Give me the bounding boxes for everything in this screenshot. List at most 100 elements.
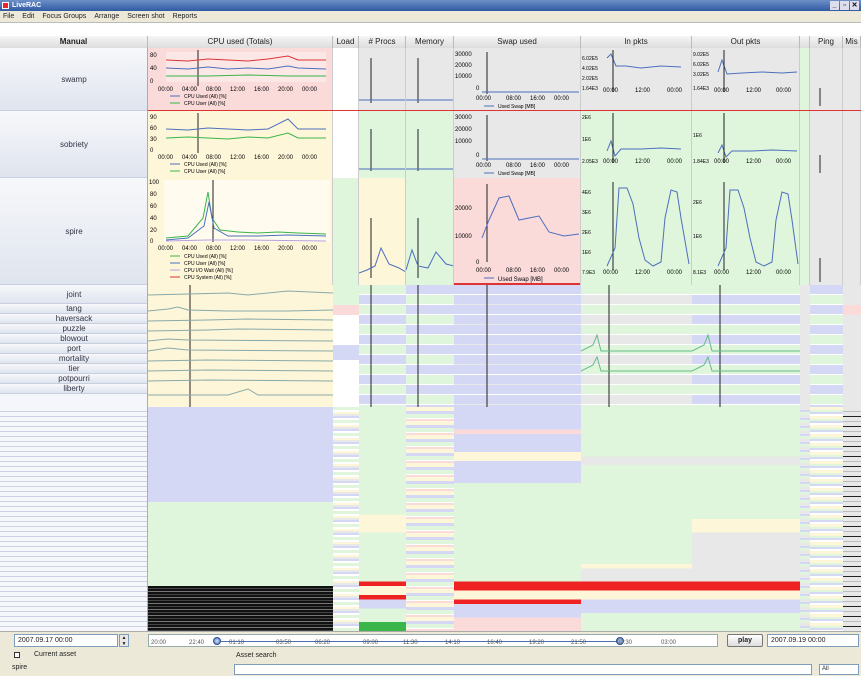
- status-cell-swamp[interactable]: [800, 48, 810, 111]
- procs-sparklines[interactable]: [359, 285, 406, 407]
- row-label-sobriety[interactable]: sobriety: [0, 111, 147, 178]
- header-procs[interactable]: # Procs: [359, 36, 406, 48]
- timeline-slider[interactable]: 20:00 22:40 01:10 03:50 06:20 09:00 11:3…: [148, 634, 718, 647]
- header-mis[interactable]: Mis: [843, 36, 861, 48]
- outpkts-band[interactable]: [692, 407, 800, 631]
- collapsed-rows[interactable]: [0, 407, 147, 631]
- menu-reports[interactable]: Reports: [173, 13, 198, 20]
- cpu-sparklines[interactable]: [148, 285, 333, 407]
- row-label-port[interactable]: port: [0, 344, 147, 354]
- series-line: [359, 246, 405, 274]
- header-load[interactable]: Load: [333, 36, 359, 48]
- swap-cell-swamp[interactable]: 30000 20000 10000 0 00:00 08:00 16:00 00…: [454, 48, 581, 111]
- procs-cell-sobriety[interactable]: [359, 111, 406, 178]
- inpkts-cell-spire[interactable]: 4E6 3E6 2E6 1E6 7.9E3 00:00 12:00 00:00: [581, 178, 692, 285]
- header-ping[interactable]: Ping: [810, 36, 843, 48]
- maximize-button[interactable]: ▫: [840, 1, 849, 10]
- current-asset-checkbox[interactable]: [14, 652, 20, 658]
- memory-sparklines[interactable]: [406, 285, 454, 407]
- swap-sparklines[interactable]: [454, 285, 581, 407]
- row-label-blowout[interactable]: blowout: [0, 334, 147, 344]
- cpu-band-dark[interactable]: [148, 586, 333, 631]
- inpkts-sparklines[interactable]: [581, 285, 692, 407]
- header-manual[interactable]: Manual: [0, 36, 148, 48]
- memory-band[interactable]: [406, 407, 454, 631]
- cpu-cell-sobriety[interactable]: 90 60 30 0 00:00 04:00 08:00 12:00 16:00…: [148, 111, 333, 178]
- y-tick: 1.84E3: [693, 159, 709, 165]
- outpkts-cell-spire[interactable]: 2E6 1E6 8.1E3 00:00 12:00 00:00: [692, 178, 800, 285]
- menu-screen-shot[interactable]: Screen shot: [127, 13, 164, 20]
- status-band[interactable]: [800, 407, 810, 631]
- start-date-spinner[interactable]: ▲ ▼: [119, 634, 129, 647]
- header-swap[interactable]: Swap used: [454, 36, 581, 48]
- header-inpkts[interactable]: In pkts: [581, 36, 692, 48]
- spark-haversack: [148, 318, 333, 322]
- load-sparklines[interactable]: [333, 285, 359, 407]
- cpu-cell-swamp[interactable]: 80 40 0 00:00 04:00 08:00 12:00 16:00 20…: [148, 48, 333, 111]
- menu-file[interactable]: File: [3, 13, 14, 20]
- row-label-tang[interactable]: tang: [0, 304, 147, 314]
- status-cell-sobriety[interactable]: [800, 111, 810, 178]
- memory-cell-sobriety[interactable]: [406, 111, 454, 178]
- mis-cell-spire[interactable]: [843, 178, 861, 285]
- swap-band[interactable]: [454, 407, 581, 631]
- procs-band[interactable]: [359, 407, 406, 631]
- inpkts-cell-swamp[interactable]: 6.02E5 4.02E5 2.02E5 1.64E3 00:00 12:00 …: [581, 48, 692, 111]
- load-cell-spire[interactable]: [333, 178, 359, 285]
- procs-cell-spire[interactable]: [359, 178, 406, 285]
- row-label-spire[interactable]: spire: [0, 178, 147, 285]
- row-label-mortality[interactable]: mortality: [0, 354, 147, 364]
- ping-sparklines[interactable]: [810, 285, 843, 407]
- status-sparklines[interactable]: [800, 285, 810, 407]
- menu-focus-groups[interactable]: Focus Groups: [42, 13, 86, 20]
- close-button[interactable]: ✕: [850, 1, 859, 10]
- row-label-swamp[interactable]: swamp: [0, 48, 147, 111]
- row-label-puzzle[interactable]: puzzle: [0, 324, 147, 334]
- outpkts-cell-swamp[interactable]: 9.02E5 6.02E5 3.02E5 1.64E3 00:00 12:00 …: [692, 48, 800, 111]
- play-button[interactable]: play: [727, 634, 763, 647]
- memory-cell-spire[interactable]: [406, 178, 454, 285]
- menu-edit[interactable]: Edit: [22, 13, 34, 20]
- minimize-button[interactable]: _: [830, 1, 839, 10]
- ping-band[interactable]: [810, 407, 843, 631]
- load-cell-swamp[interactable]: [333, 48, 359, 111]
- ping-cell-sobriety[interactable]: [810, 111, 843, 178]
- cpu-band-normal[interactable]: [148, 502, 333, 586]
- procs-cell-swamp[interactable]: [359, 48, 406, 111]
- header-cpu[interactable]: CPU used (Totals): [148, 36, 333, 48]
- end-date-field[interactable]: 2007.09.19 00:00: [767, 634, 859, 647]
- inpkts-band[interactable]: [581, 407, 692, 631]
- row-label-potpourri[interactable]: potpourri: [0, 374, 147, 384]
- spark-puzzle: [148, 328, 333, 332]
- mis-band[interactable]: [843, 407, 861, 631]
- header-blank[interactable]: [800, 36, 810, 48]
- header-memory[interactable]: Memory: [406, 36, 454, 48]
- outpkts-sparklines[interactable]: [692, 285, 800, 407]
- inpkts-cell-sobriety[interactable]: 2E6 1E6 2.05E3 00:00 12:00 00:00: [581, 111, 692, 178]
- ping-cell-spire[interactable]: [810, 178, 843, 285]
- mis-cell-swamp[interactable]: [843, 48, 861, 111]
- row-label-joint[interactable]: joint: [0, 285, 147, 304]
- ping-cell-swamp[interactable]: [810, 48, 843, 111]
- asset-filter-select[interactable]: All: [819, 664, 859, 675]
- memory-cell-swamp[interactable]: [406, 48, 454, 111]
- load-cell-sobriety[interactable]: [333, 111, 359, 178]
- asset-search-input[interactable]: [234, 664, 812, 675]
- cpu-cell-spire[interactable]: 100 80 60 40 20 0 00:00 04:00 08:00 12:0…: [148, 178, 333, 285]
- range-start-handle[interactable]: [213, 637, 222, 645]
- mis-sparklines[interactable]: [843, 285, 861, 407]
- x-tick: 16:00: [530, 96, 546, 102]
- row-label-haversack[interactable]: haversack: [0, 314, 147, 324]
- header-outpkts[interactable]: Out pkts: [692, 36, 800, 48]
- mis-cell-sobriety[interactable]: [843, 111, 861, 178]
- row-label-liberty[interactable]: liberty: [0, 384, 147, 394]
- swap-cell-spire[interactable]: 20000 10000 0 00:00 08:00 16:00 00:00 Us…: [454, 178, 581, 285]
- status-cell-spire[interactable]: [800, 178, 810, 285]
- swap-cell-sobriety[interactable]: 30000 20000 10000 0 00:00 08:00 16:00 00…: [454, 111, 581, 178]
- outpkts-cell-sobriety[interactable]: 1E6 1.84E3 00:00 12:00 00:00: [692, 111, 800, 178]
- menu-arrange[interactable]: Arrange: [94, 13, 119, 20]
- cpu-band-unknown[interactable]: [148, 407, 333, 502]
- load-band[interactable]: [333, 407, 359, 631]
- row-label-tier[interactable]: tier: [0, 364, 147, 374]
- start-date-field[interactable]: 2007.09.17 00:00: [14, 634, 118, 647]
